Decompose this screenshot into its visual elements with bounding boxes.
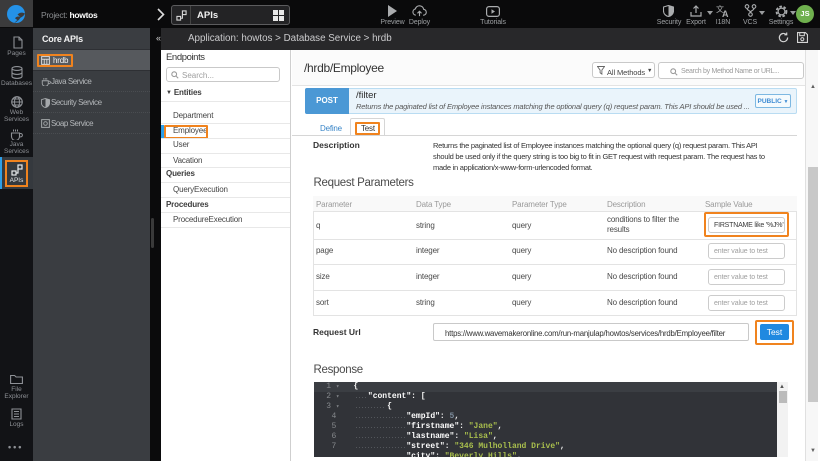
svg-text:A: A xyxy=(722,9,729,18)
